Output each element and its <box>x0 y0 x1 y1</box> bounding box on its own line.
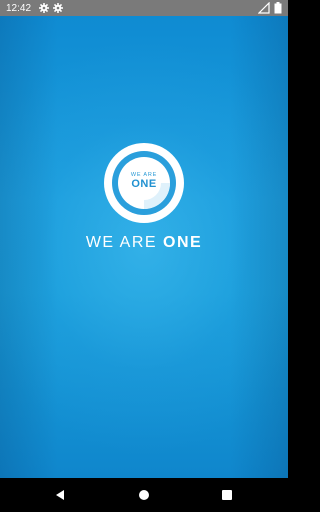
signal-icon <box>257 1 270 14</box>
brand-title: WE ARE ONE <box>0 234 288 252</box>
navigation-bar <box>0 478 288 512</box>
status-time: 12:42 <box>6 2 32 14</box>
battery-icon <box>274 2 282 14</box>
logo-big-text: ONE <box>131 178 157 190</box>
brand-strong: ONE <box>163 234 203 251</box>
home-icon[interactable] <box>136 487 152 503</box>
status-bar: 12:42 <box>0 0 288 16</box>
settings-icon <box>53 3 64 13</box>
brand-prefix: WE ARE <box>85 234 158 251</box>
back-icon[interactable] <box>52 487 68 503</box>
settings-icon <box>39 3 50 13</box>
splash-screen: WE ARE ONE WE ARE ONE <box>0 16 288 478</box>
recents-icon[interactable] <box>219 487 235 503</box>
logo: WE ARE ONE <box>103 142 185 224</box>
